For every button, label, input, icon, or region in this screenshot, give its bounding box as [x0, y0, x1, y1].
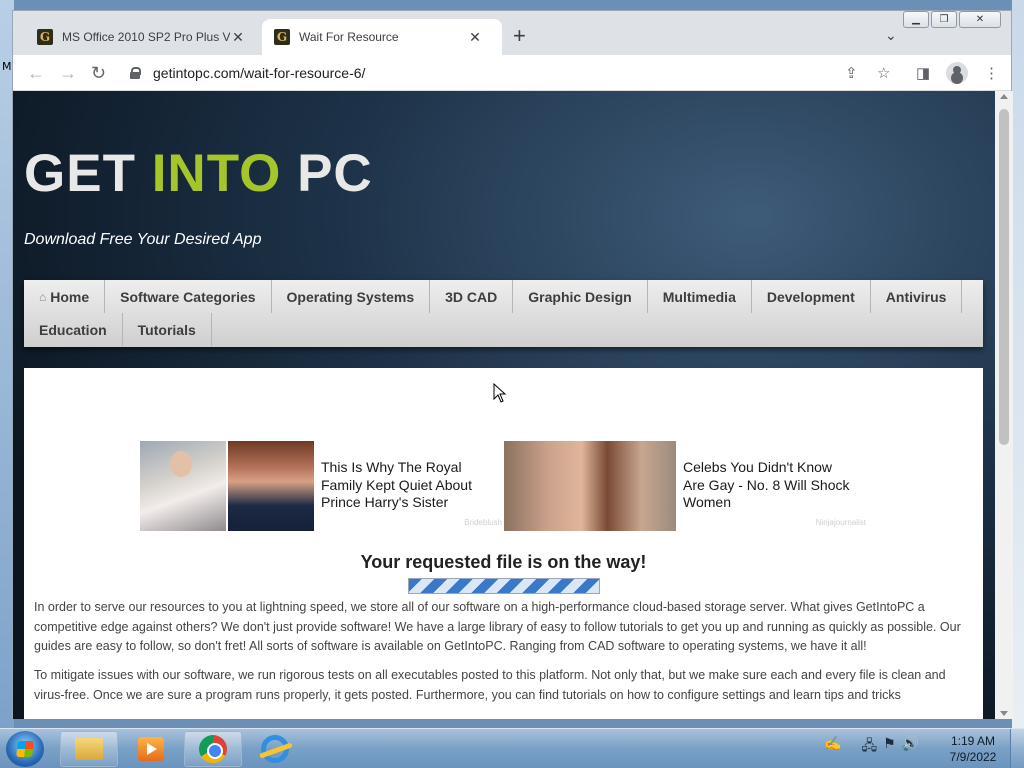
taskbar-media-player-button[interactable] — [122, 731, 180, 767]
nav-item-antivirus[interactable]: Antivirus — [871, 280, 963, 313]
clock-date: 7/9/2022 — [949, 750, 997, 764]
profile-avatar-icon[interactable] — [946, 62, 968, 84]
back-arrow-icon[interactable]: ← — [27, 63, 45, 83]
desktop-right-edge — [1012, 0, 1024, 728]
ad-source: Ninjajournalist — [815, 518, 866, 527]
nav-item-development[interactable]: Development — [752, 280, 871, 313]
media-player-icon — [138, 737, 164, 761]
site-tagline: Download Free Your Desired App — [24, 231, 262, 248]
forward-arrow-icon[interactable]: → — [59, 63, 77, 83]
info-paragraph: In order to serve our resources to you a… — [34, 600, 961, 653]
nav-item-3d-cad[interactable]: 3D CAD — [430, 280, 514, 313]
home-icon: ⌂ — [39, 289, 47, 304]
ad-strip: This Is Why The Royal Family Kept Quiet … — [140, 441, 870, 531]
loading-progress-bar — [408, 578, 600, 594]
logo-text-into: INTO — [151, 144, 282, 203]
tab-title: MS Office 2010 SP2 Pro Plus VL X — [62, 30, 230, 44]
new-tab-button[interactable]: + — [513, 25, 526, 47]
minimize-button[interactable]: ▁ — [903, 11, 929, 28]
menu-row: ⌂ Home Software Categories Operating Syst… — [24, 280, 983, 313]
reload-icon[interactable]: ↻ — [91, 63, 106, 83]
browser-window: G MS Office 2010 SP2 Pro Plus VL X ✕ G W… — [12, 10, 1013, 719]
page-viewport: GET INTO PC Download Free Your Desired A… — [13, 91, 995, 719]
show-desktop-button[interactable] — [1010, 729, 1024, 768]
taskbar-ie-button[interactable] — [246, 731, 304, 767]
close-window-button[interactable]: ✕ — [959, 11, 1001, 28]
ad-image — [228, 441, 314, 531]
window-controls: ▁ ❐ ✕ — [903, 11, 1001, 28]
nav-item-software-categories[interactable]: Software Categories — [105, 280, 272, 313]
tab-title: Wait For Resource — [299, 30, 399, 44]
tab-wait-for-resource[interactable]: G Wait For Resource ✕ — [262, 19, 502, 55]
clock-time: 1:19 AM — [950, 734, 996, 748]
logo-text-pc: PC — [281, 144, 373, 203]
tab-close-icon[interactable]: ✕ — [230, 29, 246, 46]
restore-button[interactable]: ❐ — [931, 11, 957, 28]
ad-source: Brideblush — [464, 518, 502, 527]
side-panel-icon[interactable]: ◨ — [916, 64, 930, 82]
bookmark-star-icon[interactable]: ☆ — [877, 64, 890, 82]
url-text: getintopc.com/wait-for-resource-6/ — [153, 65, 366, 81]
main-nav-menu: ⌂ Home Software Categories Operating Syst… — [24, 280, 983, 347]
tab-close-icon[interactable]: ✕ — [467, 29, 483, 46]
scrollbar-thumb[interactable] — [999, 109, 1009, 445]
nav-item-operating-systems[interactable]: Operating Systems — [272, 280, 431, 313]
menu-row: Education Tutorials — [24, 313, 983, 346]
nav-item-tutorials[interactable]: Tutorials — [123, 313, 212, 346]
tab-search-button[interactable]: ⌄ — [885, 27, 897, 44]
mouse-cursor-icon — [493, 383, 507, 403]
taskbar-explorer-button[interactable] — [60, 731, 118, 767]
tab-ms-office[interactable]: G MS Office 2010 SP2 Pro Plus VL X ✕ — [25, 19, 265, 55]
share-icon[interactable]: ⇪ — [845, 64, 858, 82]
address-bar[interactable]: getintopc.com/wait-for-resource-6/ — [121, 59, 921, 87]
scroll-down-icon[interactable] — [1000, 711, 1008, 716]
network-icon[interactable]: 🖧 — [861, 735, 877, 759]
desktop-fragment-label: M — [2, 60, 12, 73]
action-center-flag-icon[interactable]: ⚑ — [883, 735, 896, 759]
tab-strip: G MS Office 2010 SP2 Pro Plus VL X ✕ G W… — [13, 11, 1011, 55]
ad-card[interactable]: Celebs You Didn't Know Are Gay - No. 8 W… — [504, 441, 868, 531]
taskbar-clock[interactable]: 1:19 AM 7/9/2022 — [944, 733, 1002, 765]
internet-explorer-icon — [261, 735, 289, 763]
pen-input-icon[interactable]: ✍ — [824, 735, 841, 759]
nav-item-education[interactable]: Education — [24, 313, 123, 346]
volume-icon[interactable]: 🔊 — [902, 735, 919, 759]
main-content: This Is Why The Royal Family Kept Quiet … — [24, 368, 983, 719]
logo-text-get: GET — [24, 144, 152, 203]
taskbar-chrome-button[interactable] — [184, 731, 242, 767]
system-tray: ✍ 🖧 ⚑ 🔊 — [824, 735, 919, 759]
start-button[interactable] — [6, 731, 44, 767]
site-favicon-icon: G — [37, 29, 53, 45]
ad-image — [140, 441, 226, 531]
info-paragraph: To mitigate issues with our software, we… — [34, 668, 946, 702]
folder-icon — [75, 738, 103, 760]
site-logo[interactable]: GET INTO PC — [24, 143, 373, 204]
browser-toolbar: ← → ↻ getintopc.com/wait-for-resource-6/… — [13, 55, 1011, 91]
nav-item-graphic-design[interactable]: Graphic Design — [513, 280, 648, 313]
page-scrollbar[interactable] — [995, 91, 1013, 719]
nav-item-home[interactable]: ⌂ Home — [24, 280, 106, 313]
site-favicon-icon: G — [274, 29, 290, 45]
lock-icon[interactable] — [129, 67, 141, 79]
windows-taskbar: ✍ 🖧 ⚑ 🔊 1:19 AM 7/9/2022 — [0, 728, 1024, 768]
request-status-title: Your requested file is on the way! — [360, 552, 647, 572]
chrome-icon — [199, 735, 227, 763]
ad-image — [504, 441, 676, 531]
nav-label: Home — [50, 288, 90, 305]
menu-kebab-icon[interactable]: ⋮ — [984, 64, 999, 82]
nav-item-multimedia[interactable]: Multimedia — [648, 280, 752, 313]
ad-card[interactable]: This Is Why The Royal Family Kept Quiet … — [140, 441, 504, 531]
scroll-up-icon[interactable] — [1000, 94, 1008, 99]
